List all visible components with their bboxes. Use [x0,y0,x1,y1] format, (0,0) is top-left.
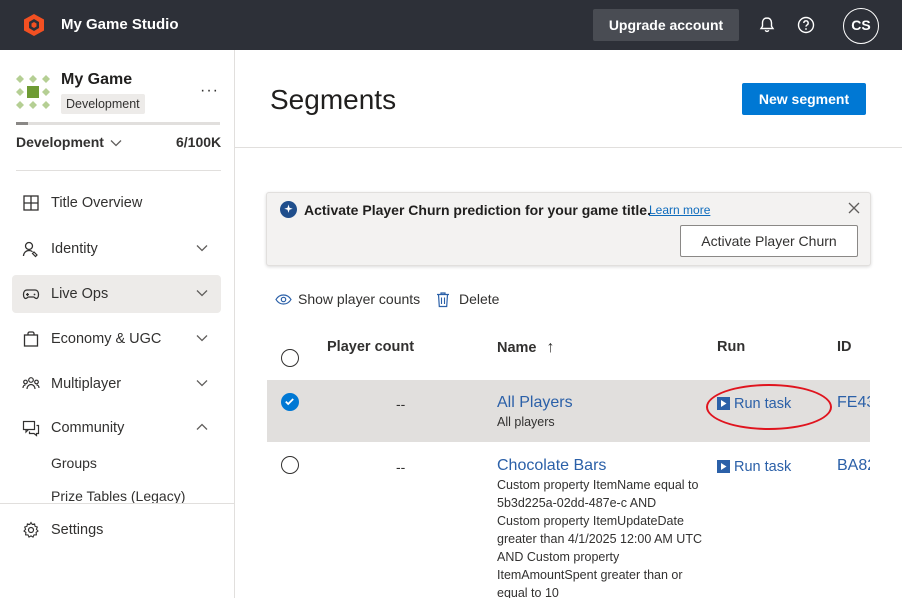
divider [235,147,902,148]
sidebar-item-title-overview[interactable]: Title Overview [12,184,221,222]
eye-icon [275,294,292,305]
sidebar-item-identity[interactable]: Identity [12,230,221,268]
chevron-down-icon [110,140,122,147]
page-title: Segments [270,84,397,115]
environment-select-label: Development [16,134,104,150]
sparkle-icon [280,201,297,218]
close-icon[interactable] [847,201,861,215]
sidebar-item-settings[interactable]: Settings [12,511,221,549]
more-options-icon[interactable]: ··· [200,82,219,100]
segment-id-link[interactable]: FE43 [837,394,870,412]
sidebar-item-label: Economy & UGC [51,331,162,347]
sidebar-item-label: Title Overview [51,195,143,211]
show-player-counts-button[interactable]: Show player counts [275,290,421,310]
banner-text: Activate Player Churn prediction for you… [304,202,651,218]
column-header-name[interactable]: Name ↑ [497,339,555,357]
highlight-annotation [706,384,832,430]
segment-name-link[interactable]: Chocolate Bars [497,457,606,475]
sidebar-subitem-prize-tables[interactable]: Prize Tables (Legacy) [51,488,185,504]
player-count-cell: -- [396,396,406,412]
chevron-down-icon [196,245,208,252]
activate-player-churn-button[interactable]: Activate Player Churn [680,225,858,257]
usage-count: 6/100K [176,134,222,150]
sidebar: My Game Development ··· Development 6/10… [0,50,235,598]
column-header-name-label: Name [497,340,537,356]
column-header-player-count[interactable]: Player count [327,339,414,355]
chevron-down-icon [196,335,208,342]
help-icon[interactable] [796,15,816,35]
sidebar-item-economy-ugc[interactable]: Economy & UGC [12,320,221,358]
grid-icon [23,195,39,211]
chevron-down-icon [196,380,208,387]
multiplayer-icon [22,377,40,390]
environment-select[interactable]: Development [16,134,122,150]
sort-ascending-icon: ↑ [546,339,555,356]
divider [16,170,221,171]
play-icon [717,460,730,473]
sidebar-item-label: Live Ops [51,286,109,302]
top-bar: My Game Studio Upgrade account CS [0,0,902,50]
show-player-counts-label: Show player counts [298,291,421,307]
sidebar-item-label: Settings [51,522,104,538]
new-segment-button[interactable]: New segment [742,83,866,115]
sidebar-subitem-groups[interactable]: Groups [51,455,97,471]
chevron-up-icon [196,423,208,430]
trash-icon [437,292,449,308]
chevron-down-icon [196,290,208,297]
churn-banner: Activate Player Churn prediction for you… [266,192,871,266]
delete-button[interactable]: Delete [435,290,501,310]
economy-icon [23,331,39,347]
usage-bar-fill [16,122,29,125]
community-icon [22,420,40,437]
select-all-radio[interactable] [281,349,299,367]
sidebar-item-label: Multiplayer [51,376,122,392]
sidebar-item-label: Community [51,420,125,436]
divider [0,503,235,504]
delete-label: Delete [459,291,500,307]
row-select-radio[interactable] [281,456,299,474]
game-thumbnail-icon [16,75,50,109]
gear-icon [23,521,39,538]
sidebar-item-label: Identity [51,241,98,257]
player-count-cell: -- [396,459,406,475]
run-task-label: Run task [734,459,792,475]
run-task-button[interactable]: Run task [717,459,797,477]
segment-description: All players [497,415,555,429]
usage-bar [16,122,220,125]
avatar[interactable]: CS [843,8,879,44]
row-select-radio[interactable] [281,393,299,411]
sidebar-item-live-ops[interactable]: Live Ops [12,275,221,313]
game-name[interactable]: My Game [61,71,132,89]
environment-badge: Development [61,94,145,114]
gamepad-icon [22,289,40,300]
upgrade-account-button[interactable]: Upgrade account [593,9,739,41]
checkmark-icon [285,398,294,406]
column-header-run[interactable]: Run [717,339,745,355]
segment-description: Custom property ItemName equal to 5b3d22… [497,478,702,598]
bell-icon[interactable] [757,15,777,35]
segment-id-link[interactable]: BA82 [837,457,870,475]
sidebar-item-multiplayer[interactable]: Multiplayer [12,365,221,403]
learn-more-link[interactable]: Learn more [649,203,710,217]
studio-logo-icon[interactable] [22,13,46,37]
app-title[interactable]: My Game Studio [61,16,179,33]
column-header-id[interactable]: ID [837,339,852,355]
sidebar-item-community[interactable]: Community [12,409,221,447]
segment-name-link[interactable]: All Players [497,394,573,412]
identity-icon [22,241,38,258]
